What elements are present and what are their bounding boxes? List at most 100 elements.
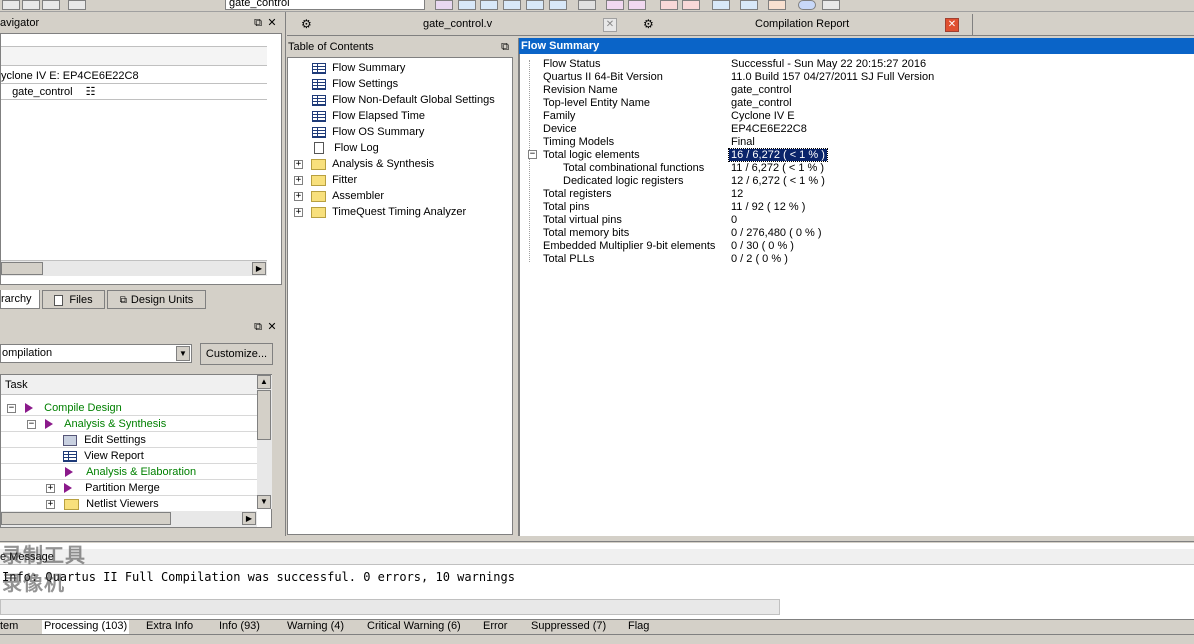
tab-design-units[interactable]: ⧉ Design Units xyxy=(107,290,206,309)
whats-this-button[interactable] xyxy=(822,0,840,10)
tab-error[interactable]: Error xyxy=(483,620,507,634)
synthesis-button[interactable] xyxy=(480,0,498,10)
task-row-analysis-synthesis[interactable]: − Analysis & Synthesis xyxy=(1,416,257,432)
flow-value: 11 / 6,272 ( < 1 % ) xyxy=(731,162,825,174)
close-icon[interactable]: ✕ xyxy=(266,321,278,333)
toolbar-button[interactable] xyxy=(22,0,40,10)
close-icon[interactable]: ✕ xyxy=(266,17,278,29)
toc-item[interactable]: Flow Settings xyxy=(312,76,398,92)
stop-button[interactable] xyxy=(628,0,646,10)
messages-column-header[interactable]: e Message xyxy=(0,549,1194,565)
toc-item[interactable]: Flow Elapsed Time xyxy=(312,108,425,124)
tab-suppressed[interactable]: Suppressed (7) xyxy=(531,620,606,634)
run-arrow-icon[interactable] xyxy=(25,403,34,414)
toc-item[interactable]: Flow OS Summary xyxy=(312,124,424,140)
table-icon xyxy=(312,78,326,90)
scrollbar-thumb[interactable] xyxy=(1,512,171,525)
run-arrow-icon[interactable] xyxy=(65,467,73,478)
toc-item[interactable]: + Assembler xyxy=(294,188,384,204)
sopc-button[interactable] xyxy=(768,0,786,10)
float-window-icon[interactable]: ⧉ xyxy=(252,321,264,333)
toc-item[interactable]: Flow Non-Default Global Settings xyxy=(312,92,495,108)
run-arrow-icon[interactable] xyxy=(45,419,54,430)
flow-value-selected[interactable]: 16 / 6,272 ( < 1 % ) xyxy=(728,148,828,162)
expand-icon[interactable]: + xyxy=(294,191,303,201)
collapse-icon[interactable]: − xyxy=(528,150,537,159)
tab-compilation-report[interactable]: ⚙ Compilation Report ✕ xyxy=(633,14,973,35)
tab-extra-info[interactable]: Extra Info xyxy=(146,620,193,634)
collapse-icon[interactable]: − xyxy=(7,403,16,413)
expand-icon[interactable]: + xyxy=(46,499,55,509)
scroll-right-arrow[interactable]: ▶ xyxy=(252,262,266,275)
expand-icon[interactable]: + xyxy=(46,483,55,493)
vertical-splitter[interactable] xyxy=(282,12,286,536)
horizontal-scrollbar[interactable] xyxy=(0,599,780,615)
scroll-down-arrow[interactable]: ▼ xyxy=(257,495,271,509)
device-row[interactable]: yclone IV E: EP4CE6E22C8 xyxy=(1,69,267,84)
run-arrow-icon[interactable] xyxy=(64,483,73,494)
tab-hierarchy[interactable]: rarchy xyxy=(0,290,40,309)
timing-button[interactable] xyxy=(549,0,567,10)
vertical-scrollbar[interactable]: ▲ ▼ xyxy=(257,375,272,509)
flow-label[interactable]: Total logic elements xyxy=(543,149,640,161)
toolbar-button[interactable] xyxy=(68,0,86,10)
chip-planner-button[interactable] xyxy=(682,0,700,10)
message-line[interactable]: Info: Quartus II Full Compilation was su… xyxy=(0,569,1194,585)
toc-item[interactable]: Flow Log xyxy=(314,140,379,156)
scroll-up-arrow[interactable]: ▲ xyxy=(257,375,271,389)
close-tab-icon[interactable]: ✕ xyxy=(603,18,617,32)
task-row-edit-settings[interactable]: Edit Settings xyxy=(1,432,257,448)
flow-value: 0 / 30 ( 0 % ) xyxy=(731,240,794,252)
tab-warning[interactable]: Warning (4) xyxy=(287,620,344,634)
compile-button[interactable] xyxy=(435,0,453,10)
toolbar-button[interactable] xyxy=(98,0,116,10)
tab-critical-warning[interactable]: Critical Warning (6) xyxy=(367,620,461,634)
tab-info[interactable]: Info (93) xyxy=(219,620,260,634)
entity-select[interactable]: gate_control xyxy=(225,0,425,10)
task-row-compile-design[interactable]: − Compile Design xyxy=(1,400,257,416)
assembler-button[interactable] xyxy=(526,0,544,10)
programmer-button[interactable] xyxy=(660,0,678,10)
scrollbar-thumb[interactable] xyxy=(257,390,271,440)
start-button[interactable] xyxy=(606,0,624,10)
netlist-button[interactable] xyxy=(740,0,758,10)
expand-icon[interactable]: + xyxy=(294,175,303,185)
expand-icon[interactable]: + xyxy=(294,207,303,217)
task-row-view-report[interactable]: View Report xyxy=(1,448,257,464)
customize-button[interactable]: Customize... xyxy=(200,343,273,365)
expand-icon[interactable]: + xyxy=(294,159,303,169)
task-column-header[interactable]: Task xyxy=(1,375,257,395)
toc-item[interactable]: Flow Summary xyxy=(312,60,405,76)
horizontal-scrollbar[interactable]: ▶ xyxy=(1,260,267,276)
help-button[interactable] xyxy=(798,0,816,10)
toc-item[interactable]: + Fitter xyxy=(294,172,357,188)
float-window-icon[interactable]: ⧉ xyxy=(499,41,511,53)
task-row-netlist-viewers[interactable]: + Netlist Viewers xyxy=(1,496,257,512)
top-entity-row[interactable]: gate_control ☷ xyxy=(1,85,267,100)
chevron-down-icon[interactable]: ▼ xyxy=(176,346,190,361)
horizontal-splitter[interactable] xyxy=(0,536,1194,542)
toolbar-button[interactable] xyxy=(42,0,60,10)
float-window-icon[interactable]: ⧉ xyxy=(252,17,264,29)
horizontal-scrollbar[interactable]: ▶ xyxy=(1,511,257,527)
table-icon xyxy=(63,450,77,462)
analysis-button[interactable] xyxy=(458,0,476,10)
close-tab-icon[interactable]: ✕ xyxy=(945,18,959,32)
scroll-right-arrow[interactable]: ▶ xyxy=(242,512,256,525)
tab-system[interactable]: tem xyxy=(0,620,18,634)
task-row-analysis-elaboration[interactable]: Analysis & Elaboration xyxy=(1,464,257,480)
tab-files[interactable]: Files xyxy=(42,290,105,309)
scrollbar-thumb[interactable] xyxy=(1,262,43,275)
toc-item[interactable]: + TimeQuest Timing Analyzer xyxy=(294,204,466,220)
fitter-button[interactable] xyxy=(503,0,521,10)
task-row-partition-merge[interactable]: + Partition Merge xyxy=(1,480,257,496)
simulation-button[interactable] xyxy=(578,0,596,10)
toc-item[interactable]: + Analysis & Synthesis xyxy=(294,156,434,172)
tab-gate-control-v[interactable]: ⚙ gate_control.v ✕ xyxy=(289,14,629,35)
tab-processing[interactable]: Processing (103) xyxy=(42,620,130,634)
collapse-icon[interactable]: − xyxy=(27,419,36,429)
rtl-viewer-button[interactable] xyxy=(712,0,730,10)
flow-select[interactable]: ompilation ▼ xyxy=(0,344,192,363)
tab-flag[interactable]: Flag xyxy=(628,620,649,634)
toolbar-button[interactable] xyxy=(2,0,20,10)
